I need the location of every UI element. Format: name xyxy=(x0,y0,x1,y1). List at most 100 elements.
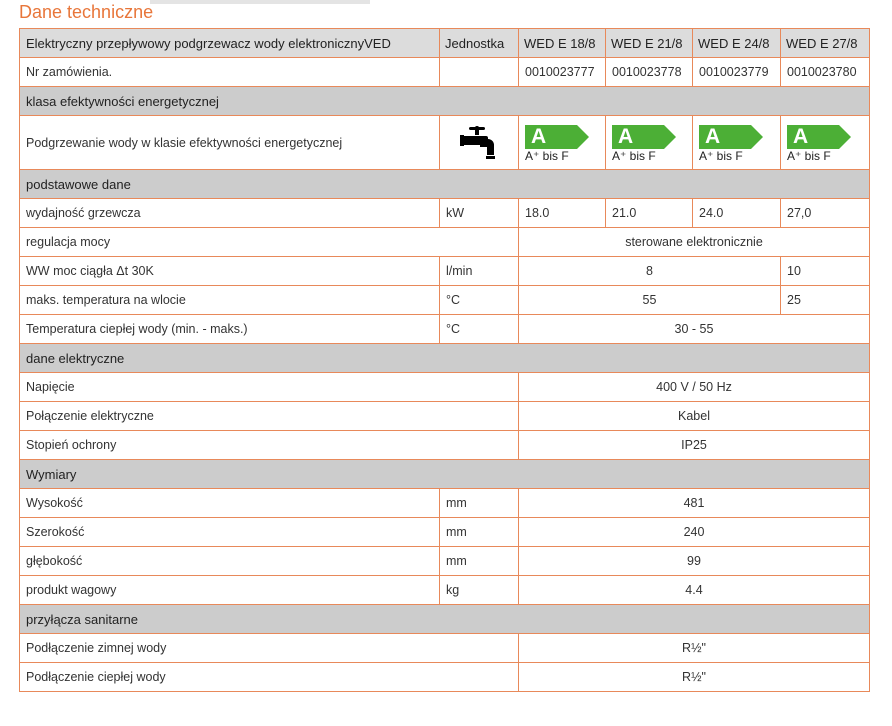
energy-class-badge: A A⁺ bis F xyxy=(518,115,606,170)
table-row: maks. temperatura na wlocie °C 55 25 xyxy=(19,285,870,315)
row-unit: kg xyxy=(439,575,519,605)
row-label: wydajność grzewcza xyxy=(19,198,440,228)
header-product-label: Elektryczny przepływowy podgrzewacz wody… xyxy=(19,28,440,58)
energy-class-range: A⁺ bis F xyxy=(787,148,831,163)
value-cell: 0010023780 xyxy=(780,57,870,87)
value-cell: 0010023778 xyxy=(605,57,693,87)
table-row: Napięcie 400 V / 50 Hz xyxy=(19,372,870,402)
row-label: Temperatura ciepłej wody (min. - maks.) xyxy=(19,314,440,344)
row-label: Napięcie xyxy=(19,372,519,402)
energy-label: A A⁺ bis F xyxy=(612,124,682,163)
header-model: WED E 21/8 xyxy=(605,28,693,58)
tech-specs-table: Elektryczny przepływowy podgrzewacz wody… xyxy=(19,28,870,692)
row-label: Połączenie elektryczne xyxy=(19,401,519,431)
table-row: Podłączenie ciepłej wody R½" xyxy=(19,662,870,692)
section-title: Wymiary xyxy=(19,459,870,489)
row-label: głębokość xyxy=(19,546,440,576)
energy-class-range: A⁺ bis F xyxy=(525,148,569,163)
header-model: WED E 27/8 xyxy=(780,28,870,58)
value-cell: R½" xyxy=(518,662,870,692)
energy-label: A A⁺ bis F xyxy=(699,124,769,163)
row-label: maks. temperatura na wlocie xyxy=(19,285,440,315)
row-unit: kW xyxy=(439,198,519,228)
table-row: Temperatura ciepłej wody (min. - maks.) °… xyxy=(19,314,870,344)
energy-class-badge: A A⁺ bis F xyxy=(605,115,693,170)
energy-class-arrow: A xyxy=(525,124,589,149)
row-label: Wysokość xyxy=(19,488,440,518)
header-model: WED E 18/8 xyxy=(518,28,606,58)
top-scroll-strip xyxy=(150,0,370,4)
section-header-row: Wymiary xyxy=(19,459,870,489)
row-unit: mm xyxy=(439,546,519,576)
row-label: Podgrzewanie wody w klasie efektywności … xyxy=(19,115,440,170)
row-label: regulacja mocy xyxy=(19,227,519,257)
value-cell: 0010023779 xyxy=(692,57,781,87)
energy-class-arrow: A xyxy=(787,124,851,149)
table-header-row: Elektryczny przepływowy podgrzewacz wody… xyxy=(19,28,870,58)
table-row: Wysokość mm 481 xyxy=(19,488,870,518)
row-unit: °C xyxy=(439,285,519,315)
value-cell: 240 xyxy=(518,517,870,547)
value-cell: 400 V / 50 Hz xyxy=(518,372,870,402)
row-label: Stopień ochrony xyxy=(19,430,519,460)
section-title: dane elektryczne xyxy=(19,343,870,373)
energy-label: A A⁺ bis F xyxy=(525,124,595,163)
value-cell: 30 - 55 xyxy=(518,314,870,344)
value-cell: 481 xyxy=(518,488,870,518)
table-row: regulacja mocy sterowane elektronicznie xyxy=(19,227,870,257)
row-unit xyxy=(439,57,519,87)
header-model: WED E 24/8 xyxy=(692,28,781,58)
table-row: Stopień ochrony IP25 xyxy=(19,430,870,460)
energy-class-range: A⁺ bis F xyxy=(612,148,656,163)
table-row: Nr zamówienia. 0010023777 0010023778 001002… xyxy=(19,57,870,87)
row-unit: °C xyxy=(439,314,519,344)
value-cell: 21.0 xyxy=(605,198,693,228)
row-unit: mm xyxy=(439,517,519,547)
value-cell: 4.4 xyxy=(518,575,870,605)
value-cell: 18.0 xyxy=(518,198,606,228)
section-header-row: klasa efektywności energetycznej xyxy=(19,86,870,116)
section-header-row: przyłącza sanitarne xyxy=(19,604,870,634)
energy-label: A A⁺ bis F xyxy=(787,124,857,163)
table-row: Szerokość mm 240 xyxy=(19,517,870,547)
table-row: Połączenie elektryczne Kabel xyxy=(19,401,870,431)
row-label: Podłączenie ciepłej wody xyxy=(19,662,519,692)
value-cell: R½" xyxy=(518,633,870,663)
section-title: przyłącza sanitarne xyxy=(19,604,870,634)
header-unit: Jednostka xyxy=(439,28,519,58)
row-label: WW moc ciągła Δt 30K xyxy=(19,256,440,286)
row-label: Szerokość xyxy=(19,517,440,547)
table-row: WW moc ciągła Δt 30K l/min 8 10 xyxy=(19,256,870,286)
section-header-row: dane elektryczne xyxy=(19,343,870,373)
energy-class-badge: A A⁺ bis F xyxy=(780,115,870,170)
table-row: głębokość mm 99 xyxy=(19,546,870,576)
value-cell: sterowane elektronicznie xyxy=(518,227,870,257)
value-cell: 0010023777 xyxy=(518,57,606,87)
value-cell: 27,0 xyxy=(780,198,870,228)
value-cell: IP25 xyxy=(518,430,870,460)
value-cell: 8 xyxy=(518,256,781,286)
energy-class-arrow: A xyxy=(699,124,763,149)
value-cell: 10 xyxy=(780,256,870,286)
row-label: Podłączenie zimnej wody xyxy=(19,633,519,663)
energy-class-row: Podgrzewanie wody w klasie efektywności … xyxy=(19,115,870,170)
row-unit: l/min xyxy=(439,256,519,286)
energy-class-arrow: A xyxy=(612,124,676,149)
section-header-row: podstawowe dane xyxy=(19,169,870,199)
row-label: Nr zamówienia. xyxy=(19,57,440,87)
value-cell: 99 xyxy=(518,546,870,576)
section-title: podstawowe dane xyxy=(19,169,870,199)
value-cell: 24.0 xyxy=(692,198,781,228)
row-label: produkt wagowy xyxy=(19,575,440,605)
page-title: Dane techniczne xyxy=(19,2,154,22)
row-unit: mm xyxy=(439,488,519,518)
section-title: klasa efektywności energetycznej xyxy=(19,86,870,116)
table-row: wydajność grzewcza kW 18.0 21.0 24.0 27,0 xyxy=(19,198,870,228)
energy-class-badge: A A⁺ bis F xyxy=(692,115,781,170)
value-cell: Kabel xyxy=(518,401,870,431)
energy-class-range: A⁺ bis F xyxy=(699,148,743,163)
table-row: Podłączenie zimnej wody R½" xyxy=(19,633,870,663)
value-cell: 25 xyxy=(780,285,870,315)
value-cell: 55 xyxy=(518,285,781,315)
water-tap-icon xyxy=(439,115,519,170)
